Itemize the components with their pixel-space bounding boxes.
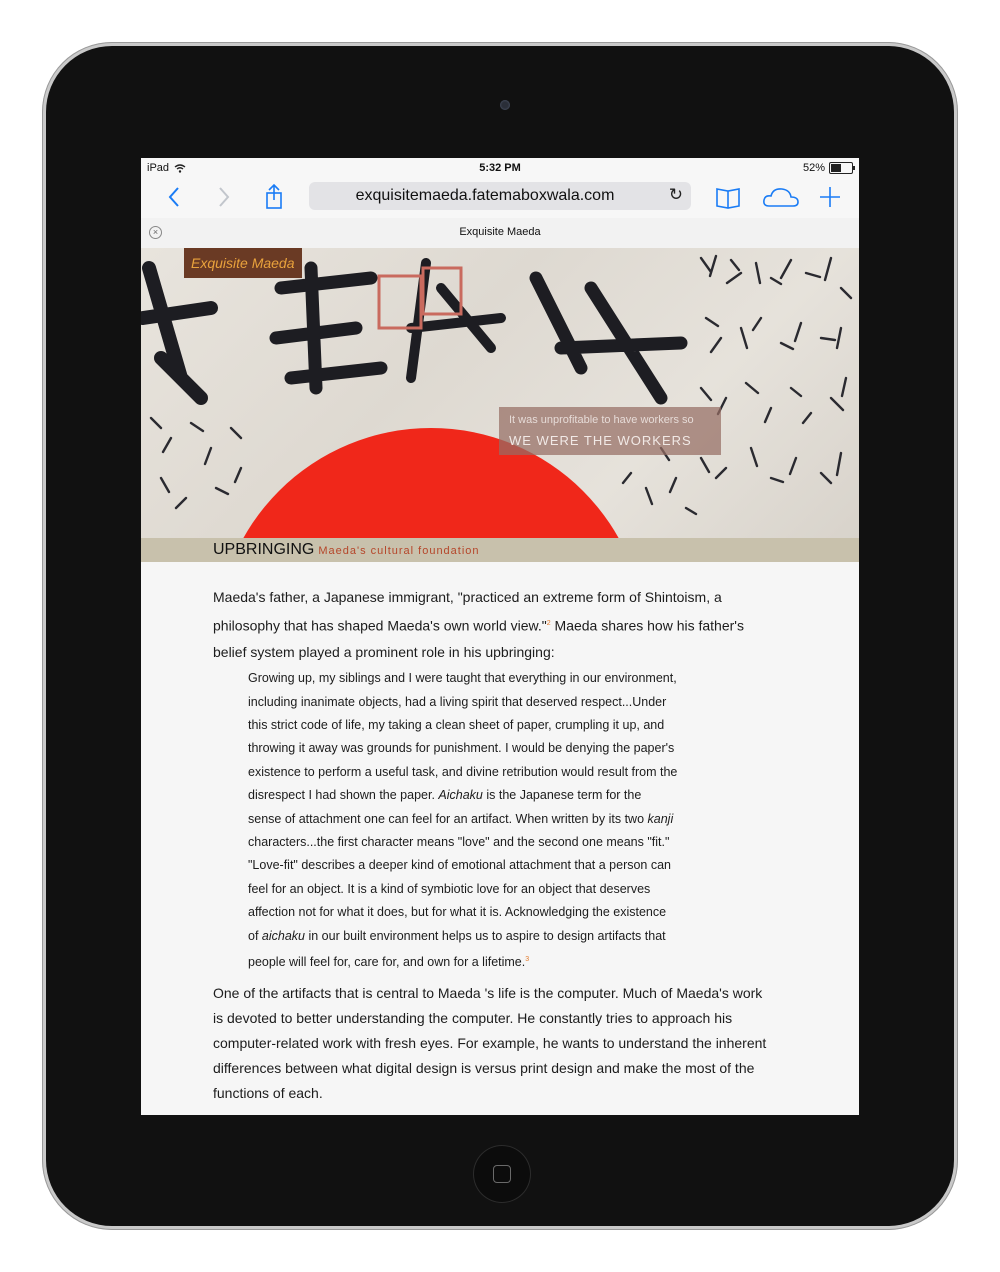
bookmarks-button[interactable] [713,182,743,212]
status-bar: iPad 5:32 PM 52% [141,158,859,178]
section-header: UPBRINGING Maeda's cultural foundation [141,538,859,562]
back-button[interactable] [159,182,189,212]
hero-quote-line1: It was unprofitable to have workers so [509,414,694,426]
home-button[interactable] [474,1146,530,1202]
article-body: Maeda's father, a Japanese immigrant, "p… [213,584,773,1107]
screen: iPad 5:32 PM 52% exquisitemaeda.fatemabo… [141,158,859,1115]
browser-toolbar: exquisitemaeda.fatemaboxwala.com ↻ [141,178,859,218]
quote-term: aichaku [261,928,305,943]
tab-bar: × Exquisite Maeda [141,218,859,249]
paragraph-computer: One of the artifacts that is central to … [213,984,767,1102]
quote-text: characters...the first character means "… [248,835,672,943]
share-button[interactable] [259,182,289,212]
paragraph-intro: Maeda's father, a Japanese immigrant, "p… [213,584,773,665]
quote-text: Growing up, my siblings and I were taugh… [248,671,678,803]
hero-quote-line2: WE WERE THE WORKERS [509,433,692,448]
footnote-link[interactable]: 3 [525,956,529,963]
chevron-right-icon [219,187,230,207]
section-heading: UPBRINGING [213,541,315,558]
url-text: exquisitemaeda.fatemaboxwala.com [355,187,615,204]
book-icon [716,188,740,209]
hero-quote-box: It was unprofitable to have workers so W… [499,407,721,455]
home-square-icon [493,1165,511,1183]
section-title: UPBRINGING Maeda's cultural foundation [213,541,480,559]
battery-icon [829,162,855,174]
reload-icon[interactable]: ↻ [669,185,683,205]
quote-term: Aichaku [438,788,483,803]
status-right: 52% [802,162,855,174]
camera-icon [500,100,510,110]
tab-title: Exquisite Maeda [459,226,541,238]
address-bar[interactable]: exquisitemaeda.fatemaboxwala.com ↻ [309,182,691,210]
site-logo[interactable]: Exquisite Maeda [184,248,302,278]
forward-button[interactable] [209,182,239,212]
chevron-left-icon [168,187,179,207]
hero-banner: Exquisite Maeda It was unprofitable to h… [141,248,859,538]
battery-percent: 52% [802,162,825,174]
share-icon [266,183,282,209]
plus-icon [820,187,840,207]
status-time: 5:32 PM [479,162,521,174]
cloud-icon [763,188,799,207]
new-tab-button[interactable] [815,182,845,212]
quote-term: kanji [647,811,674,826]
section-subheading: Maeda's cultural foundation [318,545,480,557]
cloud-tabs-button[interactable] [761,182,801,212]
calligraphy-flag-image [141,254,853,538]
block-quote: Growing up, my siblings and I were taugh… [248,667,678,974]
quote-text: in our built environment helps us to asp… [248,928,666,970]
